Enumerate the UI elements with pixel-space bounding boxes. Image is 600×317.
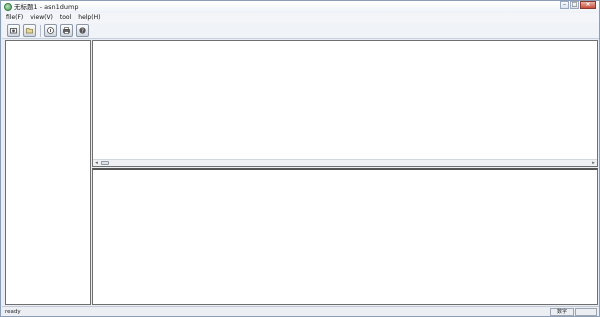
- status-bar: ready 数字: [2, 306, 599, 316]
- status-text: ready: [5, 309, 21, 315]
- toolbar-separator: [40, 24, 41, 37]
- open-button[interactable]: [7, 24, 20, 37]
- print-button[interactable]: [60, 24, 73, 37]
- scroll-thumb[interactable]: [101, 161, 109, 165]
- maximize-button[interactable]: □: [570, 1, 579, 9]
- close-button[interactable]: ×: [580, 1, 596, 9]
- toolbar: ?: [2, 23, 599, 39]
- info-icon: [47, 27, 54, 34]
- menu-file[interactable]: file(F): [6, 14, 23, 22]
- folder-icon: [26, 28, 33, 34]
- scroll-left-arrow-icon[interactable]: ◂: [93, 160, 100, 166]
- menu-view[interactable]: view(V): [30, 14, 53, 22]
- horizontal-scrollbar[interactable]: ◂ ▸: [93, 159, 597, 166]
- help-icon: ?: [79, 27, 86, 34]
- title-bar[interactable]: 无标题1 - asn1dump – □ ×: [1, 1, 599, 13]
- print-icon: [63, 27, 70, 34]
- window-title: 无标题1 - asn1dump: [14, 3, 79, 11]
- app-window: 无标题1 - asn1dump – □ × file(F) view(V) to…: [0, 0, 600, 317]
- menu-tool[interactable]: tool: [60, 14, 71, 22]
- folder-button[interactable]: [23, 24, 36, 37]
- window-controls: – □ ×: [559, 1, 596, 10]
- status-panel-empty: [575, 308, 597, 316]
- detail-pane[interactable]: [92, 168, 598, 305]
- info-button[interactable]: [44, 24, 57, 37]
- help-button[interactable]: ?: [76, 24, 89, 37]
- menu-bar: file(F) view(V) tool help(H): [2, 13, 599, 23]
- dump-view-pane[interactable]: ◂ ▸: [92, 40, 598, 167]
- open-icon: [10, 28, 17, 34]
- menu-help[interactable]: help(H): [78, 14, 100, 22]
- svg-text:?: ?: [81, 28, 84, 34]
- scroll-right-arrow-icon[interactable]: ▸: [590, 160, 597, 166]
- app-icon: [4, 3, 12, 11]
- status-numlock-indicator: 数字: [550, 308, 574, 316]
- minimize-button[interactable]: –: [560, 1, 569, 9]
- tree-pane[interactable]: [5, 40, 91, 305]
